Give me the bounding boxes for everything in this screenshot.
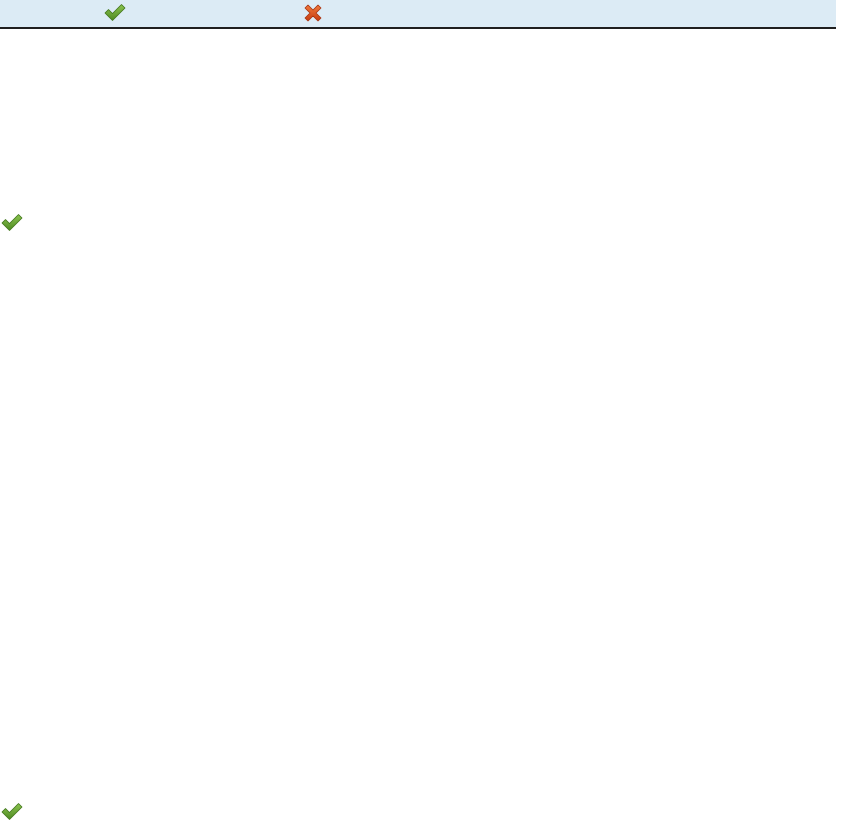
check-icon bbox=[0, 212, 24, 232]
table-header-bar bbox=[0, 0, 836, 29]
check-icon bbox=[103, 2, 127, 22]
check-icon bbox=[0, 801, 24, 821]
cross-icon bbox=[302, 2, 324, 24]
